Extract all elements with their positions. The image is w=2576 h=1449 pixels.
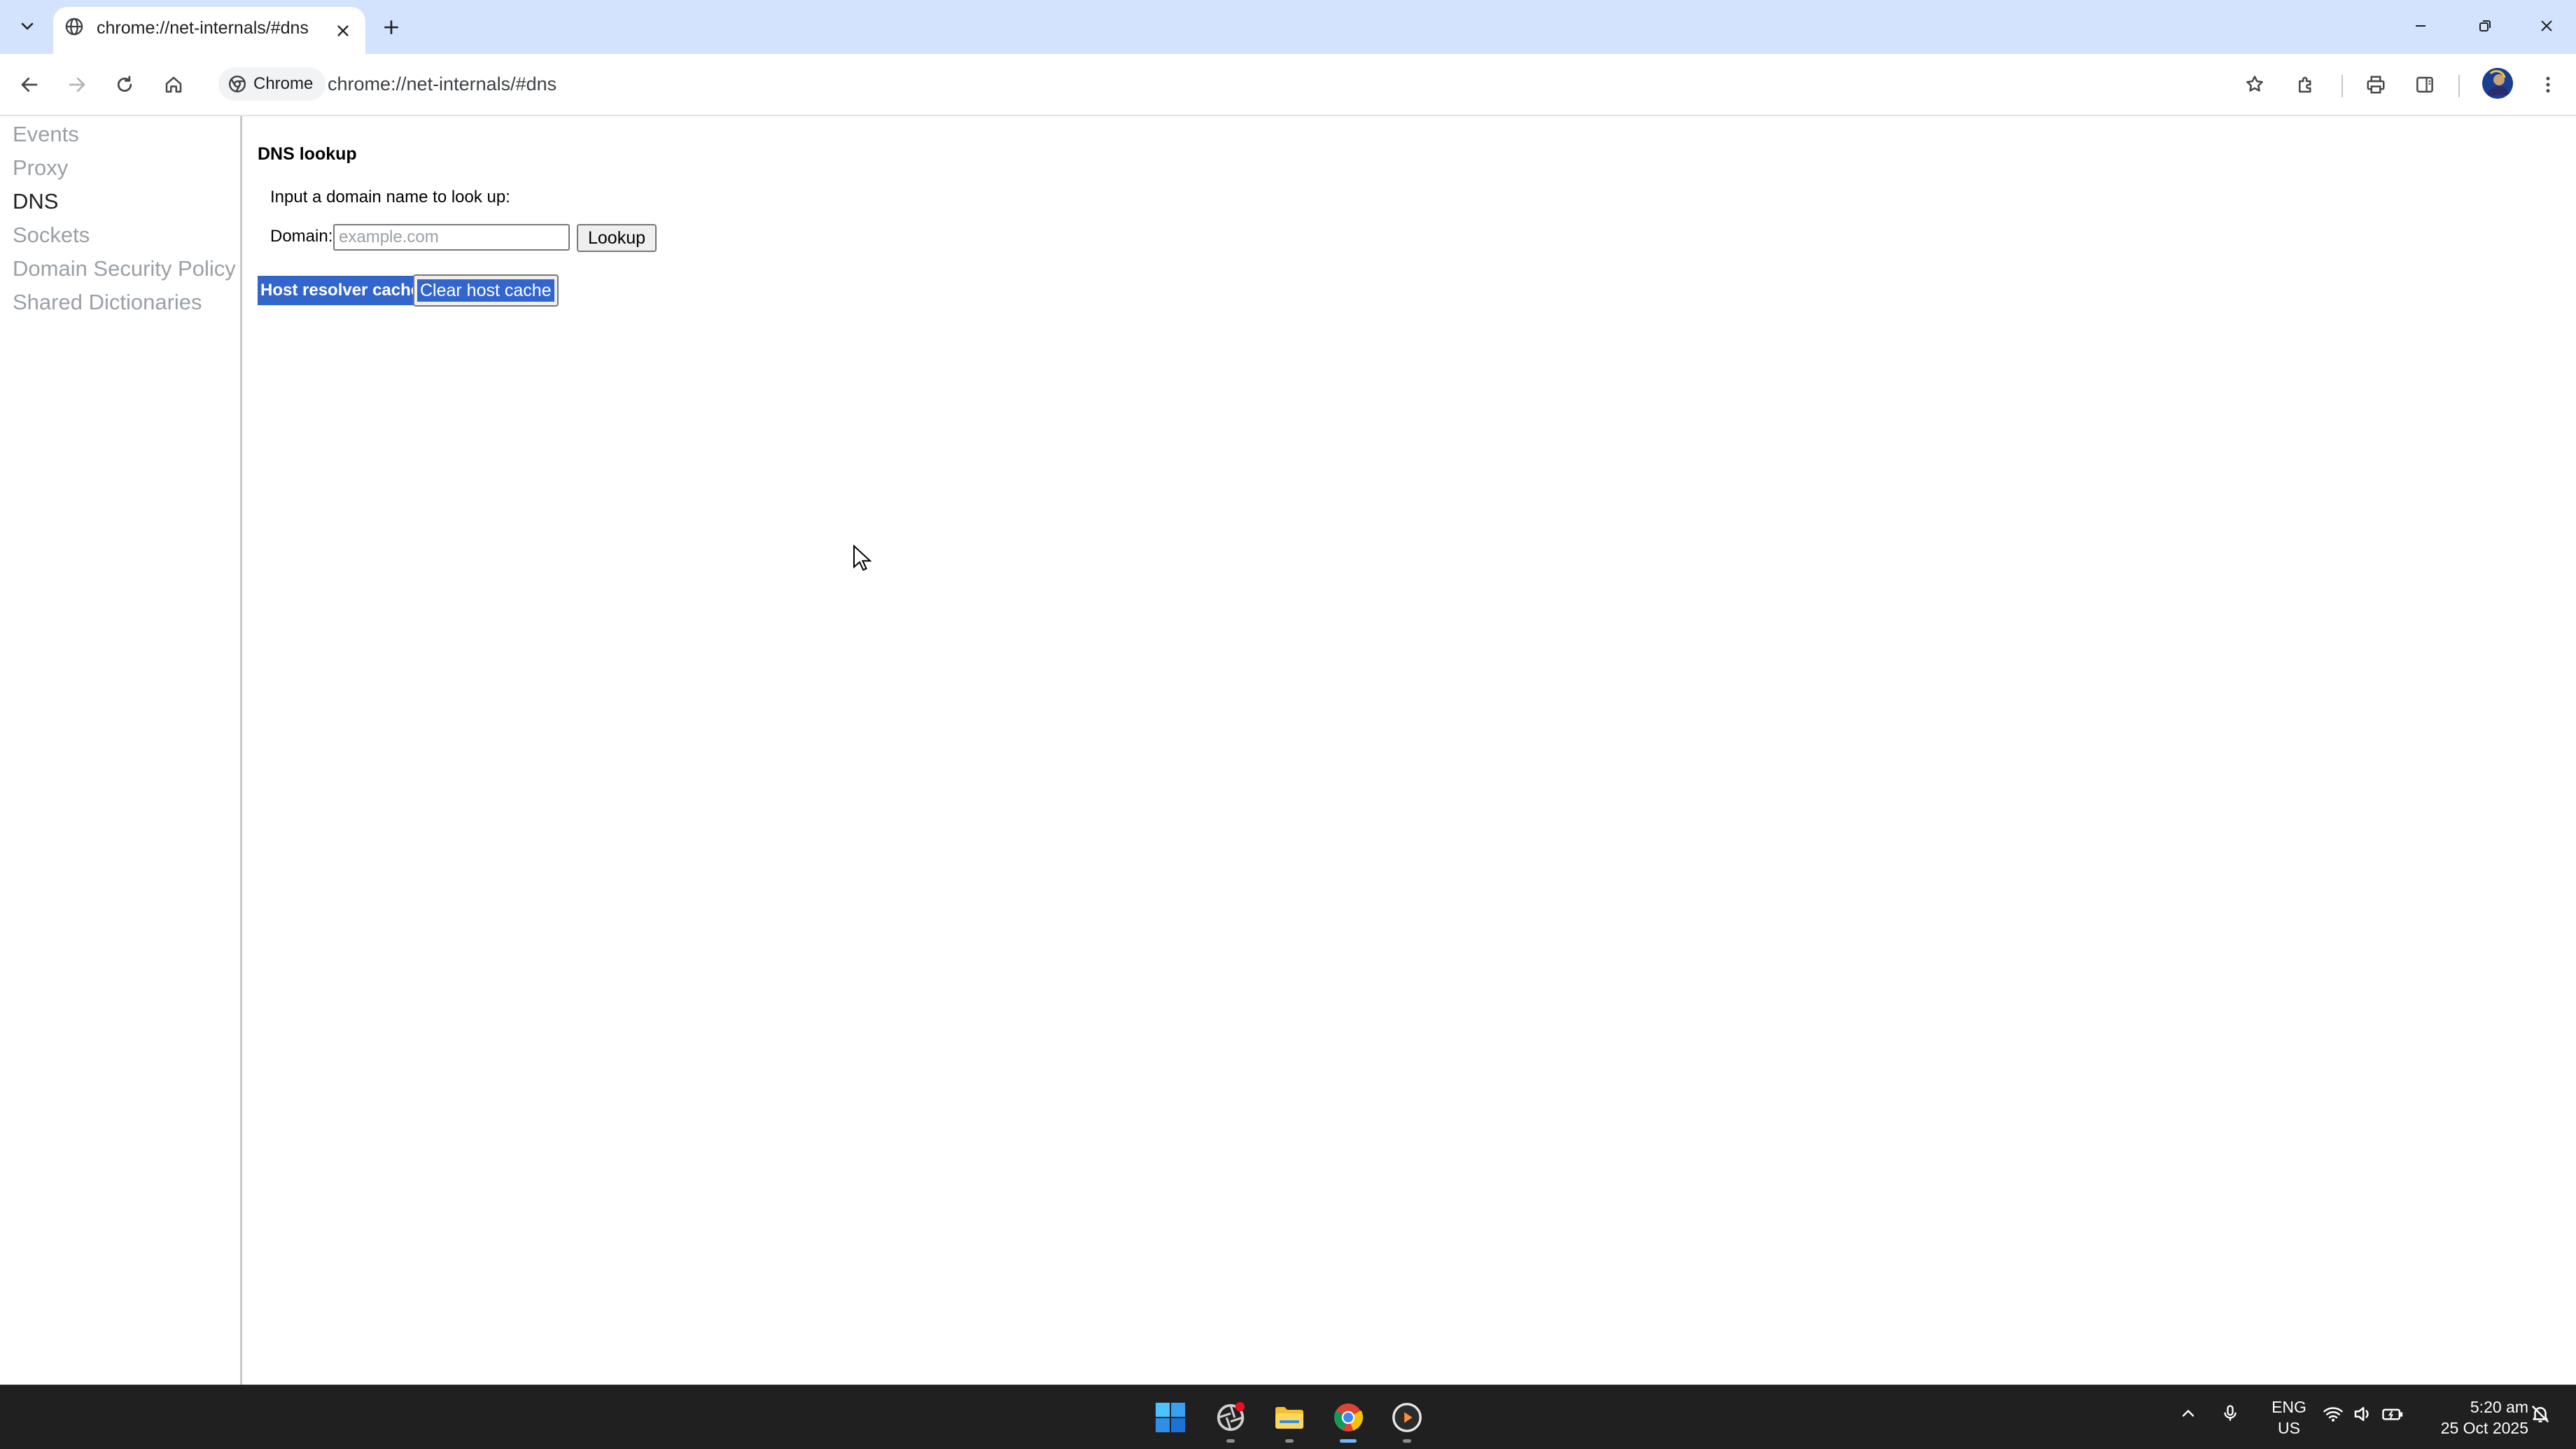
plus-icon: [384, 20, 398, 34]
puzzle-icon: [2299, 76, 2311, 93]
running-indicator: [1403, 1439, 1411, 1443]
close-icon: [2541, 20, 2552, 31]
windows-taskbar: ENG US 5:20 am 25 Oct 2025: [0, 1385, 2576, 1449]
sidebar-item-domain-security-policy[interactable]: Domain Security Policy: [0, 252, 236, 286]
running-indicator: [1226, 1439, 1235, 1443]
clear-host-cache-button[interactable]: Clear host cache: [413, 274, 559, 307]
forward-button[interactable]: [59, 66, 95, 103]
running-indicator: [1285, 1439, 1294, 1443]
url-text[interactable]: chrome://net-internals/#dns: [328, 74, 556, 95]
chrome-icon: [1334, 1404, 1364, 1432]
dns-lookup-heading: DNS lookup: [258, 144, 357, 164]
side-panel-button[interactable]: [2407, 66, 2443, 103]
lookup-button[interactable]: Lookup: [577, 224, 657, 252]
extensions-button[interactable]: [2288, 66, 2324, 103]
notification-bell-icon: [2531, 1405, 2549, 1423]
toolbar-separator: [2342, 75, 2343, 97]
battery-button[interactable]: [2381, 1404, 2404, 1424]
media-player-button[interactable]: [1386, 1396, 1428, 1443]
globe-icon: [64, 17, 84, 36]
address-bar[interactable]: Chrome chrome://net-internals/#dns: [210, 62, 2278, 106]
tab-close-button[interactable]: [328, 15, 358, 46]
sidebar-item-dns[interactable]: DNS: [0, 185, 236, 218]
aperture-icon: [1217, 1401, 1245, 1432]
start-button[interactable]: [1149, 1396, 1191, 1438]
avatar-icon: [2482, 68, 2513, 99]
restore-button[interactable]: [2467, 10, 2503, 42]
taskbar-app-badged[interactable]: [1210, 1396, 1252, 1443]
arrow-left-icon: [21, 77, 38, 92]
clear-host-cache-label: Clear host cache: [417, 279, 554, 302]
wifi-icon: [2323, 1407, 2343, 1422]
profile-avatar[interactable]: [2482, 68, 2513, 99]
windows-logo-icon: [1155, 1402, 1186, 1433]
site-chip-label: Chrome: [253, 74, 314, 93]
domain-label: Domain:: [270, 227, 333, 246]
printer-icon: [2367, 76, 2385, 94]
back-button[interactable]: [11, 66, 48, 103]
notifications-button[interactable]: [2530, 1404, 2551, 1424]
home-icon: [165, 76, 182, 93]
minimize-icon: [2416, 25, 2426, 27]
print-button[interactable]: [2358, 66, 2394, 103]
region-code: US: [2278, 1419, 2300, 1437]
star-icon: [2246, 76, 2263, 92]
system-clock[interactable]: 5:20 am 25 Oct 2025: [2423, 1396, 2528, 1438]
file-explorer-button[interactable]: [1268, 1396, 1310, 1443]
more-vertical-icon: [2546, 76, 2550, 93]
tab-strip: chrome://net-internals/#dns: [0, 0, 2576, 54]
sidebar-item-events[interactable]: Events: [0, 118, 236, 151]
lookup-prompt: Input a domain name to look up:: [270, 188, 510, 206]
new-tab-button[interactable]: [375, 11, 407, 43]
home-button[interactable]: [155, 66, 192, 103]
volume-button[interactable]: [2352, 1404, 2373, 1424]
chrome-logo-icon: [228, 75, 246, 93]
browser-toolbar: Chrome chrome://net-internals/#dns: [0, 54, 2576, 116]
chrome-taskbar-button[interactable]: [1327, 1396, 1369, 1443]
chevron-down-icon: [21, 22, 34, 30]
clock-date: 25 Oct 2025: [2440, 1419, 2528, 1437]
sidebar-item-sockets[interactable]: Sockets: [0, 218, 236, 252]
language-code: ENG: [2272, 1398, 2306, 1416]
folder-icon: [1275, 1407, 1303, 1429]
mouse-cursor: [853, 545, 872, 573]
battery-charging-icon: [2382, 1408, 2403, 1420]
host-resolver-cache-heading: Host resolver cache: [258, 276, 424, 305]
language-indicator[interactable]: ENG US: [2268, 1396, 2310, 1438]
arrow-right-icon: [69, 77, 85, 92]
reload-button[interactable]: [106, 66, 143, 103]
sidebar-item-shared-dictionaries[interactable]: Shared Dictionaries: [0, 286, 236, 319]
menu-button[interactable]: [2530, 66, 2566, 103]
speaker-icon: [2354, 1407, 2369, 1421]
tab-title: chrome://net-internals/#dns: [97, 18, 309, 38]
side-panel-icon: [2416, 76, 2433, 93]
active-indicator: [1340, 1439, 1357, 1443]
sidebar-item-proxy[interactable]: Proxy: [0, 151, 236, 185]
window-close-button[interactable]: [2528, 10, 2565, 42]
active-tab[interactable]: chrome://net-internals/#dns: [53, 7, 365, 54]
reload-icon: [117, 76, 132, 92]
net-internals-sidebar: Events Proxy DNS Sockets Domain Security…: [0, 116, 242, 1385]
chevron-up-icon: [2182, 1409, 2194, 1417]
toolbar-separator: [2458, 75, 2460, 97]
site-info-chip[interactable]: Chrome: [218, 67, 326, 101]
microphone-icon: [2224, 1405, 2236, 1421]
network-button[interactable]: [2323, 1404, 2344, 1424]
microphone-button[interactable]: [2220, 1404, 2240, 1423]
play-icon: [1392, 1403, 1422, 1432]
sidebar-nav: Events Proxy DNS Sockets Domain Security…: [0, 118, 236, 319]
close-icon: [337, 25, 349, 36]
domain-input[interactable]: [333, 224, 570, 251]
dns-panel: DNS lookup Input a domain name to look u…: [258, 116, 2568, 1385]
show-hidden-icons-button[interactable]: [2178, 1404, 2198, 1423]
clock-time: 5:20 am: [2470, 1398, 2528, 1416]
tab-search-button[interactable]: [11, 10, 43, 42]
bookmark-button[interactable]: [2239, 68, 2271, 100]
restore-icon: [2479, 20, 2491, 31]
minimize-button[interactable]: [2402, 10, 2439, 42]
